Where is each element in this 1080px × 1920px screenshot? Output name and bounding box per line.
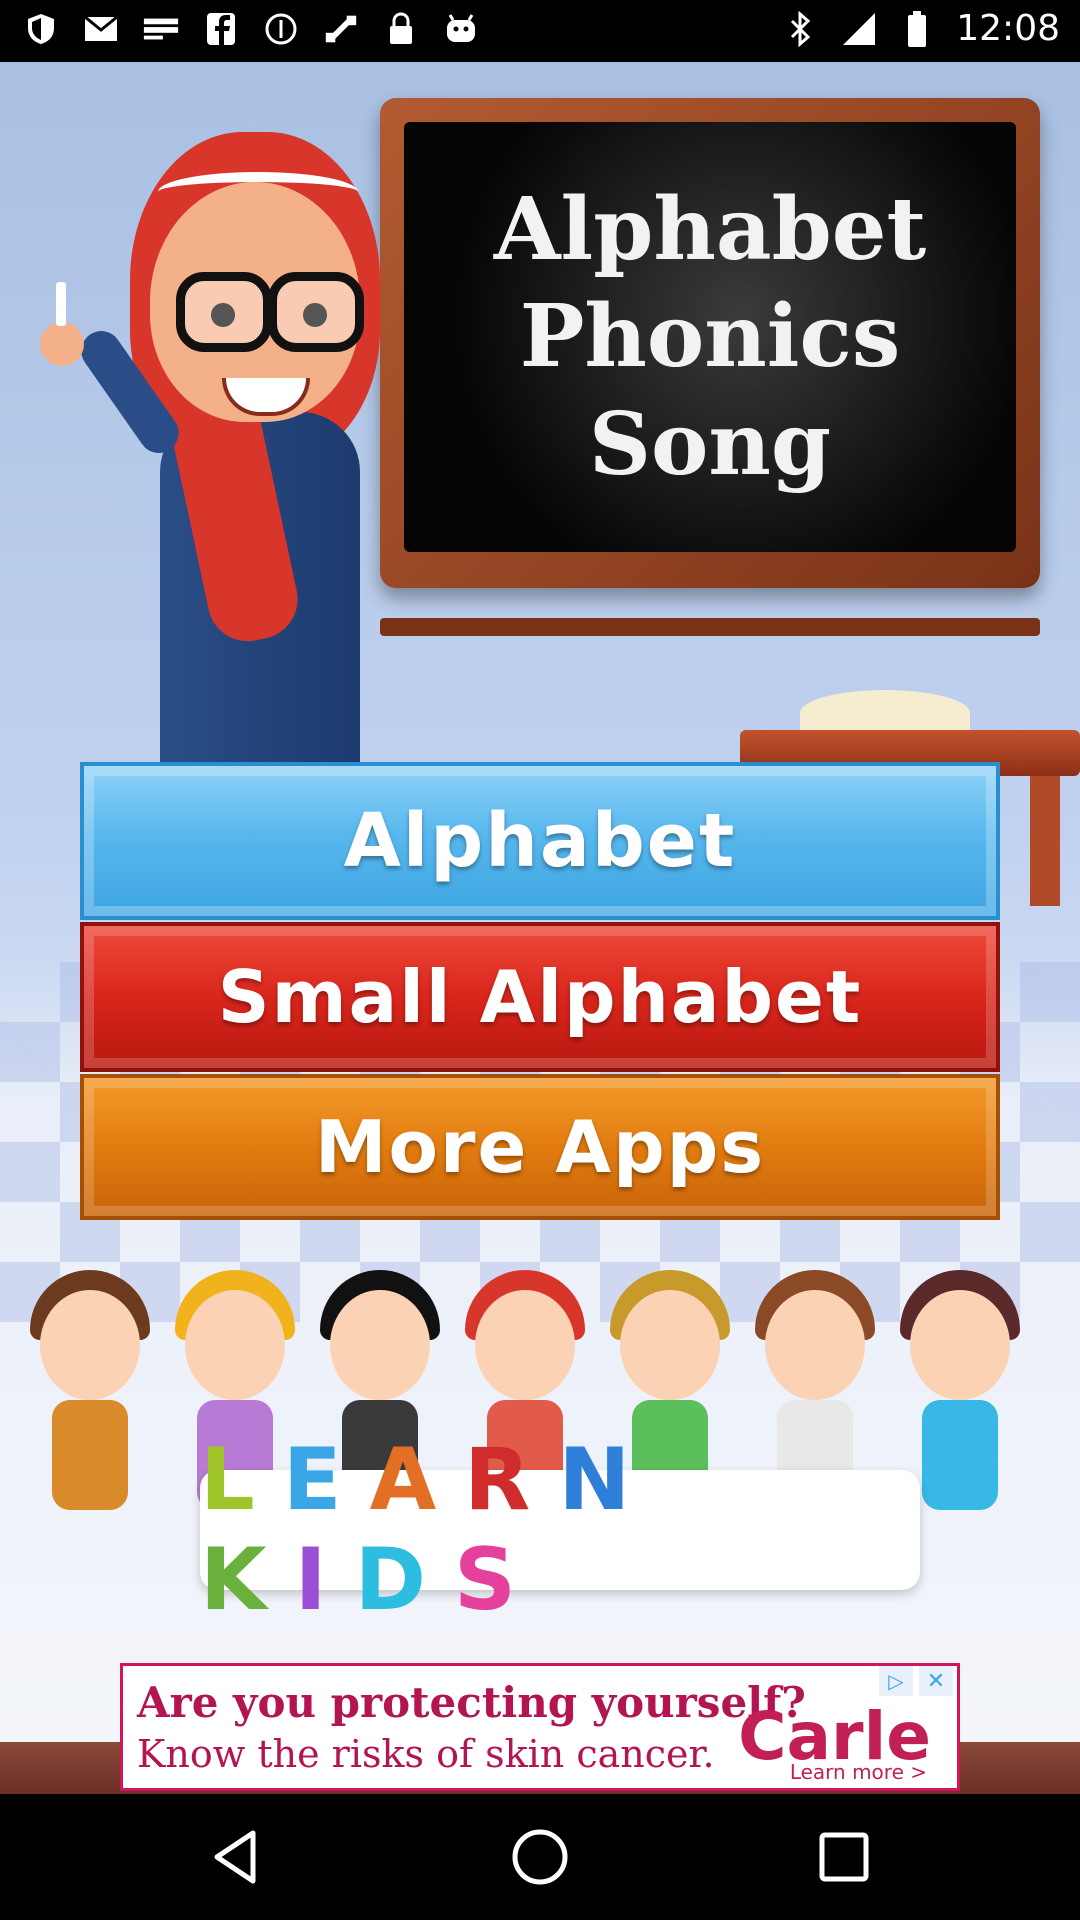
more-apps-button-label: More Apps	[314, 1105, 766, 1189]
android-icon	[442, 10, 480, 48]
learn-kids-sign: LEARN KIDS	[200, 1430, 920, 1630]
espn-dallas-icon	[142, 10, 180, 48]
battery-icon	[898, 10, 936, 48]
fake-gps-icon	[322, 10, 360, 48]
alphabet-button-label: Alphabet	[343, 798, 737, 884]
facebook-icon	[202, 10, 240, 48]
navigation-bar	[0, 1794, 1080, 1920]
recents-icon[interactable]	[811, 1824, 877, 1890]
ad-choices-icon[interactable]: ▷	[879, 1666, 913, 1696]
ad-headline: Are you protecting yourself?	[137, 1678, 806, 1727]
board-title-line-3: Song	[588, 393, 832, 495]
bluetooth-icon	[782, 10, 820, 48]
learn-kids-text: LEARN KIDS	[200, 1430, 659, 1630]
back-icon[interactable]	[202, 1824, 268, 1890]
app-screen: 12:08 Alphabet Phonics Song Alphabet Sma…	[0, 0, 1080, 1920]
ad-learn-more-link[interactable]: Learn more >	[790, 1760, 927, 1784]
ad-close-icon[interactable]: ✕	[919, 1666, 953, 1696]
shield-icon	[22, 10, 60, 48]
kid-illustration	[30, 1250, 150, 1550]
chalk-icon	[56, 282, 66, 326]
chalk-tray	[380, 618, 1040, 636]
glasses-left-lens	[176, 272, 272, 352]
clock-time: 12:08	[956, 8, 1060, 49]
gmail-icon	[82, 10, 120, 48]
cancel-circle-icon	[262, 10, 300, 48]
board-title-line-2: Phonics	[519, 286, 901, 388]
blackboard-surface: Alphabet Phonics Song	[404, 122, 1016, 552]
learn-kids-banner: LEARN KIDS	[30, 1250, 1060, 1630]
glasses-right-lens	[268, 272, 364, 352]
alphabet-button[interactable]: Alphabet	[80, 762, 1000, 920]
desk-leg	[1030, 776, 1060, 906]
teacher-hand	[40, 322, 84, 366]
status-bar: 12:08	[0, 0, 1080, 62]
teacher-headband	[158, 172, 358, 212]
lock-icon	[382, 10, 420, 48]
signal-icon	[840, 10, 878, 48]
board-title-line-1: Alphabet	[493, 178, 927, 280]
more-apps-button[interactable]: More Apps	[80, 1074, 1000, 1220]
small-alphabet-button-label: Small Alphabet	[217, 955, 863, 1039]
blackboard: Alphabet Phonics Song	[380, 98, 1040, 636]
ad-subline: Know the risks of skin cancer.	[137, 1732, 715, 1776]
home-icon[interactable]	[507, 1824, 573, 1890]
small-alphabet-button[interactable]: Small Alphabet	[80, 922, 1000, 1072]
ad-banner[interactable]: Are you protecting yourself? Know the ri…	[120, 1663, 960, 1791]
